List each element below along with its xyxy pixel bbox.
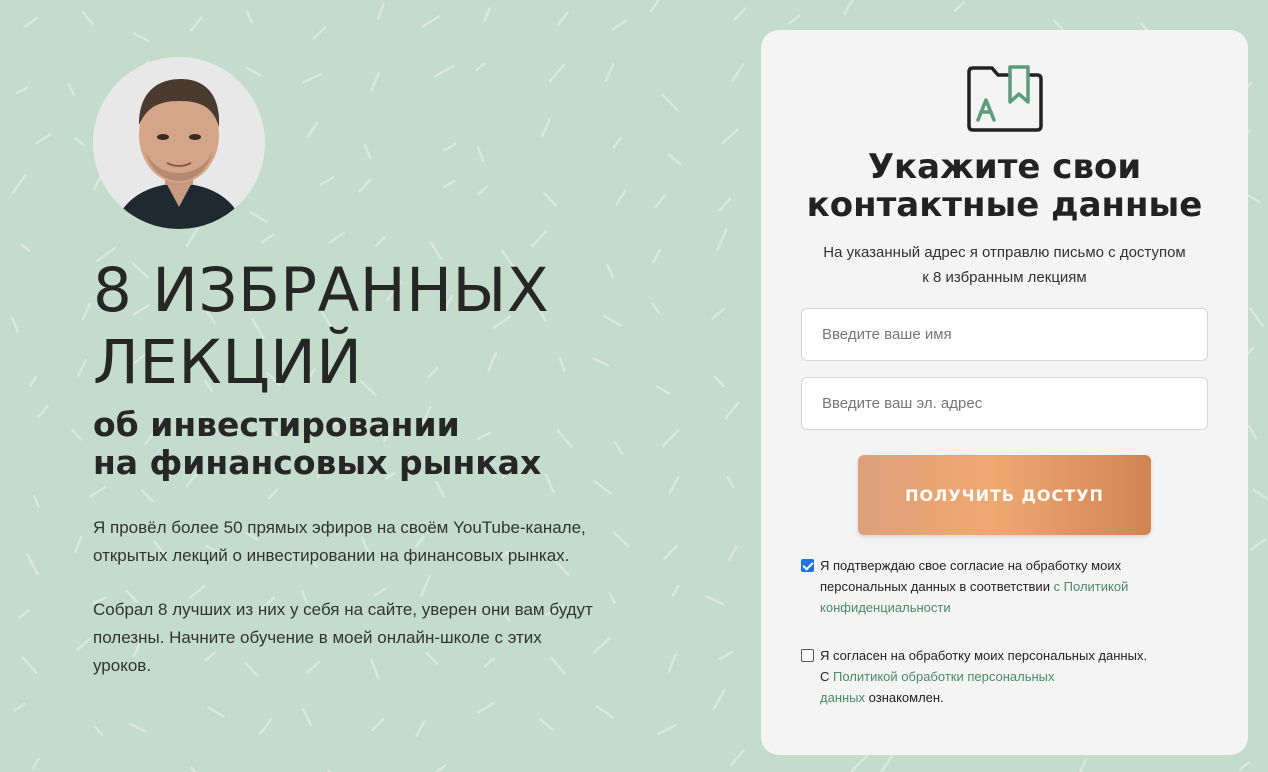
pattern-dash [1238,761,1251,771]
paragraph-line: открытых лекций о инвестировании на фина… [93,546,570,565]
subheadline-line: на финансовых рынках [93,443,542,482]
headline-line: ЛЕКЦИЙ [93,327,363,398]
hero-headline: 8 ИЗБРАННЫХ ЛЕКЦИЙ [93,255,549,399]
pattern-dash [953,1,966,12]
privacy-policy-link-continued[interactable]: конфиденциальности [820,600,951,615]
form-title-line: Укажите свои [867,147,1142,187]
pattern-dash [850,754,869,772]
consent-text: С [820,669,833,684]
folder-bookmark-icon [967,65,1043,132]
pattern-dash [843,0,854,16]
privacy-policy-link[interactable]: с Политикой [1054,579,1129,594]
pattern-dash [1247,425,1257,439]
description-paragraph: Собрал 8 лучших из них у себя на сайте, … [93,596,653,680]
intro-paragraph: Я провёл более 50 прямых эфиров на своём… [93,514,653,570]
paragraph-line: уроков. [93,656,152,675]
privacy-consent-text: Я подтверждаю свое согласие на обработку… [820,555,1220,618]
data-processing-checkbox[interactable] [801,649,814,662]
form-subtitle-line: к 8 избранным лекциям [922,269,1087,286]
consent-text: персональных данных в соответствии [820,579,1054,594]
data-policy-link-continued[interactable]: данных [820,690,865,705]
email-input[interactable] [801,377,1208,430]
data-policy-link[interactable]: Политикой обработки персональных [833,669,1055,684]
pattern-dash [879,753,895,772]
pattern-dash [1052,19,1064,30]
form-subtitle-line: На указанный адрес я отправлю письмо с д… [823,244,1186,261]
consent-text: ознакомлен. [865,690,944,705]
subheadline-line: об инвестировании [93,405,460,444]
paragraph-line: Я провёл более 50 прямых эфиров на своём… [93,518,586,537]
author-avatar [93,57,265,229]
consent-line: конфиденциальности [820,597,1220,618]
data-processing-consent-text: Я согласен на обработку моих персональны… [820,645,1220,708]
consent-line: Я согласен на обработку моих персональны… [820,648,1148,663]
paragraph-line: полезны. Начните обучение в моей онлайн-… [93,628,542,647]
contact-form-card: Укажите свои контактные данные На указан… [761,30,1248,755]
pattern-dash [1249,538,1266,552]
hero-subheadline: об инвестировании на финансовых рынках [93,406,541,482]
name-input[interactable] [801,308,1208,361]
pattern-dash [1248,307,1264,327]
hero-section: 8 ИЗБРАННЫХ ЛЕКЦИЙ об инвестировании на … [0,0,760,772]
form-subtitle: На указанный адрес я отправлю письмо с д… [791,240,1218,290]
paragraph-line: Собрал 8 лучших из них у себя на сайте, … [93,600,593,619]
consent-line: С Политикой обработки персональных [820,666,1220,687]
consent-line: Я подтверждаю свое согласие на обработку… [820,558,1122,573]
pattern-dash [1252,488,1268,502]
pattern-dash [787,14,801,25]
form-title-line: контактные данные [806,185,1203,225]
consent-line: данных ознакомлен. [820,687,1220,708]
consent-line: персональных данных в соответствии с Пол… [820,576,1220,597]
headline-line: 8 ИЗБРАННЫХ [93,255,550,326]
form-title: Укажите свои контактные данные [761,148,1248,224]
privacy-consent-checkbox[interactable] [801,559,814,572]
get-access-button[interactable]: ПОЛУЧИТЬ ДОСТУП [858,455,1151,535]
pattern-dash [1078,758,1088,772]
